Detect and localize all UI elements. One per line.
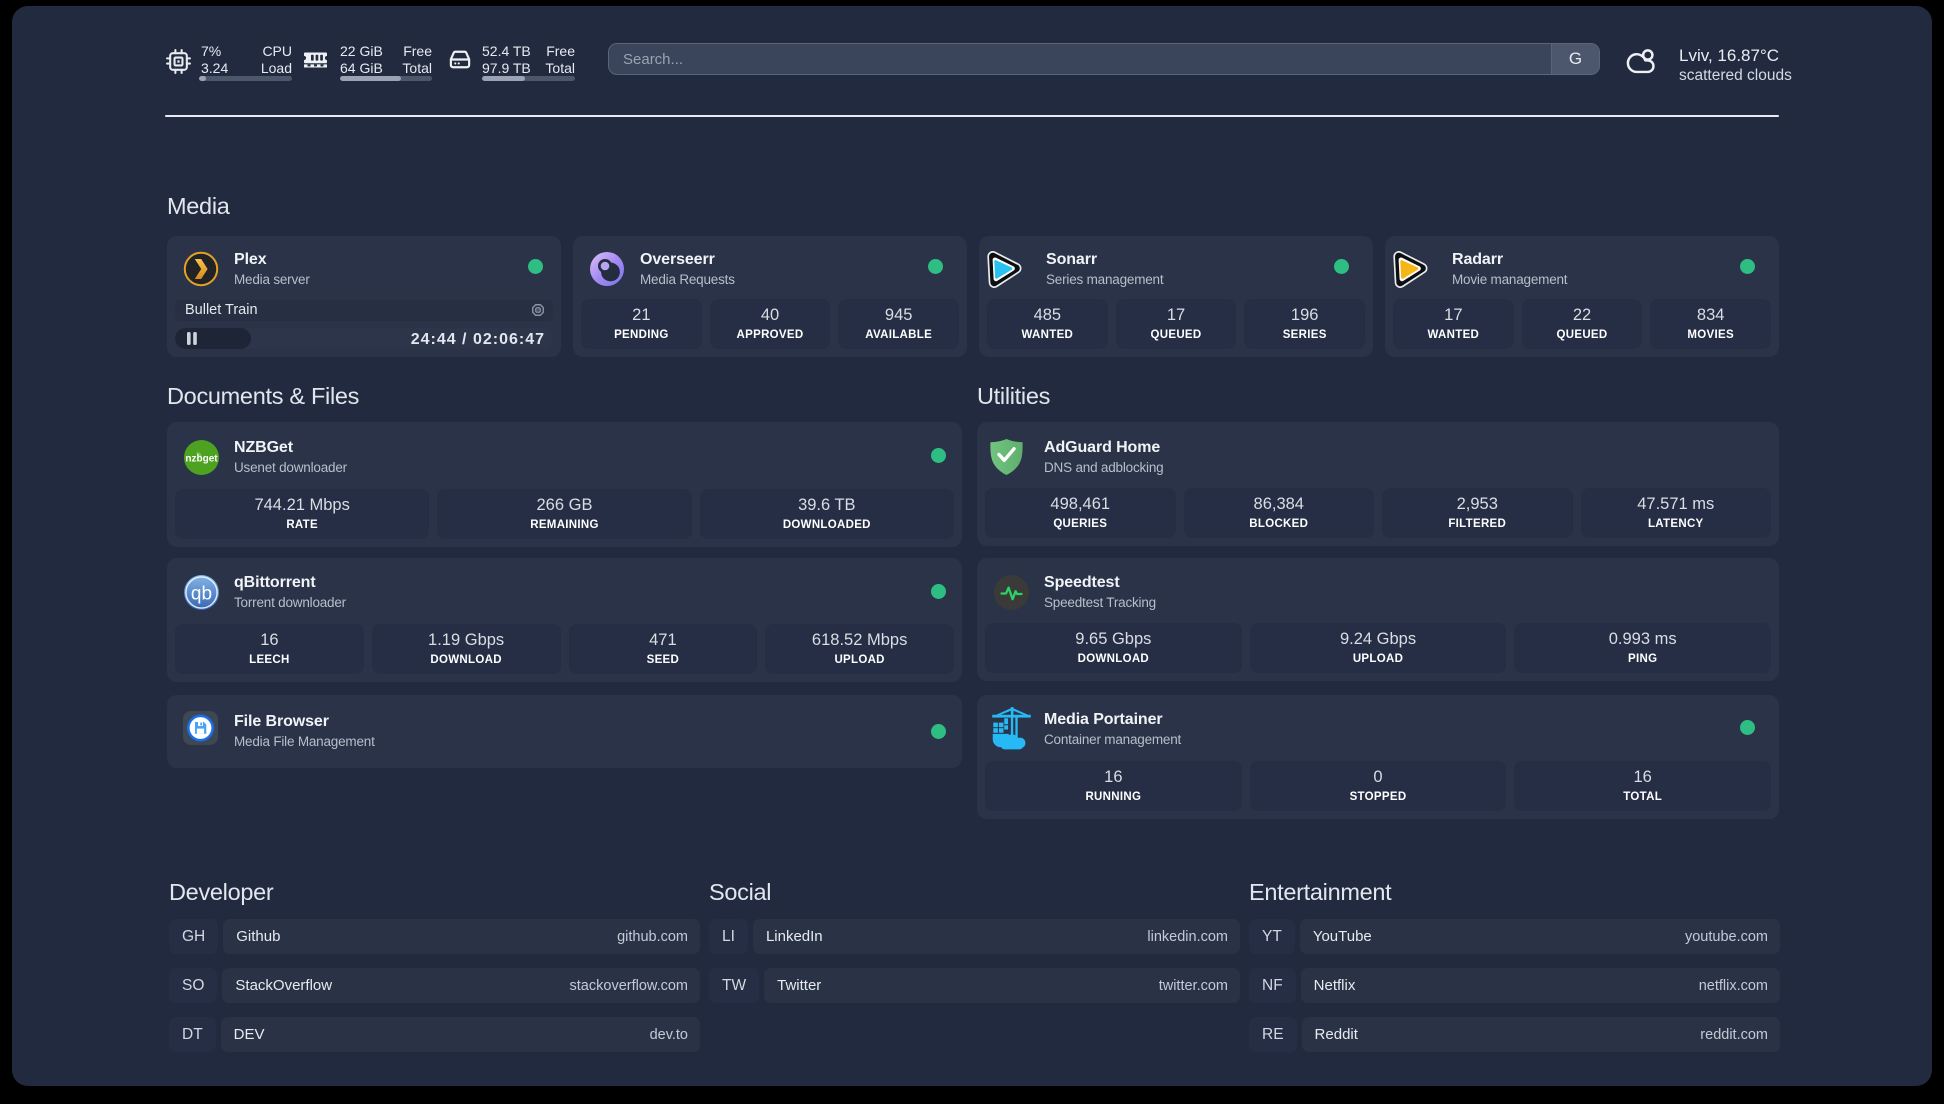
svg-text:nzbget: nzbget	[185, 453, 218, 464]
svg-text:qb: qb	[191, 584, 212, 605]
